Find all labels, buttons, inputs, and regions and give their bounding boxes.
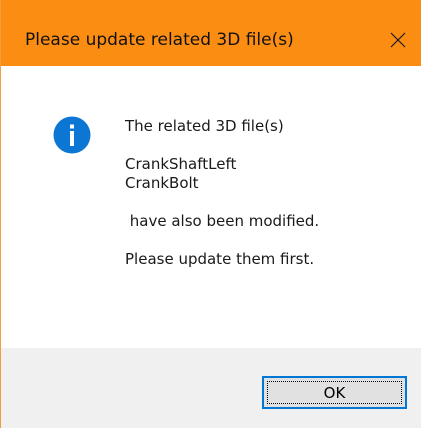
message-instruction: Please update them first. <box>125 250 315 268</box>
focus-ring <box>267 381 402 404</box>
message-modified: have also been modified. <box>125 212 320 230</box>
close-icon <box>390 32 406 48</box>
info-icon <box>53 116 91 154</box>
file-name: CrankShaftLeft <box>125 155 237 173</box>
dialog-title: Please update related 3D file(s) <box>25 30 294 50</box>
button-bar: OK <box>1 348 421 428</box>
message-text: The related 3D file(s) CrankShaftLeft Cr… <box>125 117 319 269</box>
message-intro: The related 3D file(s) <box>125 117 284 135</box>
title-bar[interactable]: Please update related 3D file(s) <box>1 0 421 66</box>
dialog-window: Please update related 3D file(s) The rel… <box>0 0 421 428</box>
close-button[interactable] <box>374 0 421 66</box>
file-name: CrankBolt <box>125 174 199 192</box>
ok-button[interactable]: OK <box>262 376 407 409</box>
message-area: The related 3D file(s) CrankShaftLeft Cr… <box>1 66 421 348</box>
